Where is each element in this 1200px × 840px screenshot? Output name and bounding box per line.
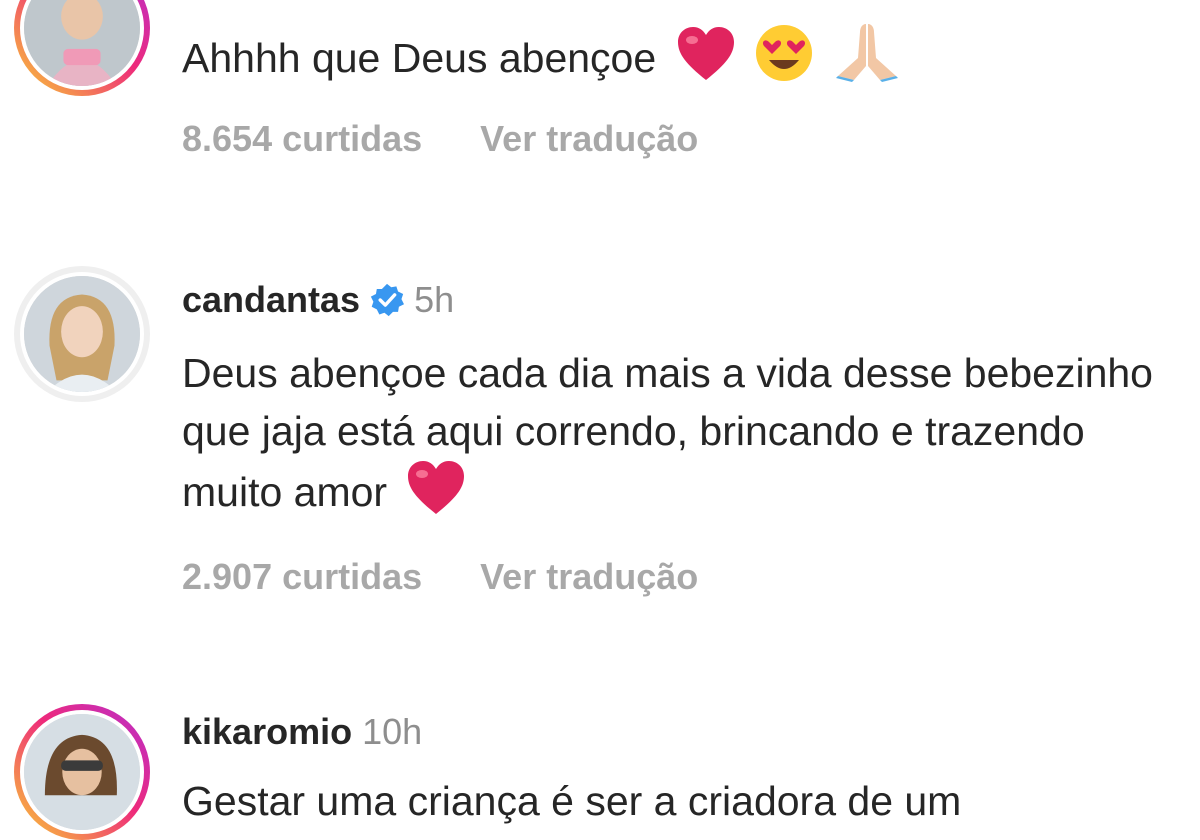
comment-text-content: Gestar uma criança é ser a criadora de u…: [182, 778, 962, 824]
folded-hands-icon: [832, 22, 902, 97]
avatar: [20, 0, 144, 90]
likes-count[interactable]: 2.907 curtidas: [182, 556, 422, 597]
comment-meta: 8.654 curtidas Ver tradução: [182, 118, 698, 160]
red-heart-icon: [406, 460, 466, 531]
likes-count[interactable]: 8.654 curtidas: [182, 118, 422, 159]
see-translation-link[interactable]: Ver tradução: [480, 118, 698, 159]
comment-text: Gestar uma criança é ser a criadora de u…: [182, 772, 1182, 830]
red-heart-icon: [676, 26, 736, 97]
story-ring-avatar[interactable]: [14, 704, 150, 840]
comment-meta: 2.907 curtidas Ver tradução: [182, 556, 698, 598]
comment-text: Deus abençoe cada dia mais a vida desse …: [182, 344, 1182, 531]
see-translation-link[interactable]: Ver tradução: [480, 556, 698, 597]
avatar: [20, 710, 144, 834]
comment-header: candantas 5h: [182, 280, 454, 320]
avatar-photo: [24, 714, 140, 830]
comment-text-content: Deus abençoe cada dia mais a vida desse …: [182, 350, 1153, 515]
username[interactable]: candantas: [182, 279, 360, 320]
avatar-photo: [24, 0, 140, 86]
username[interactable]: kikaromio: [182, 711, 352, 752]
comment-text: Ahhhh que Deus abençoe: [182, 22, 1182, 97]
verified-badge-icon: [370, 283, 405, 317]
avatar: [20, 272, 144, 396]
avatar-photo: [24, 276, 140, 392]
story-ring-avatar[interactable]: [14, 0, 150, 96]
heart-eyes-icon: [755, 24, 813, 97]
comment-header: kikaromio 10h: [182, 712, 422, 752]
comment-time: 10h: [362, 711, 423, 752]
comment-text-content: Ahhhh que Deus abençoe: [182, 35, 657, 81]
avatar-frame[interactable]: [14, 266, 150, 402]
comment-time: 5h: [414, 279, 455, 320]
